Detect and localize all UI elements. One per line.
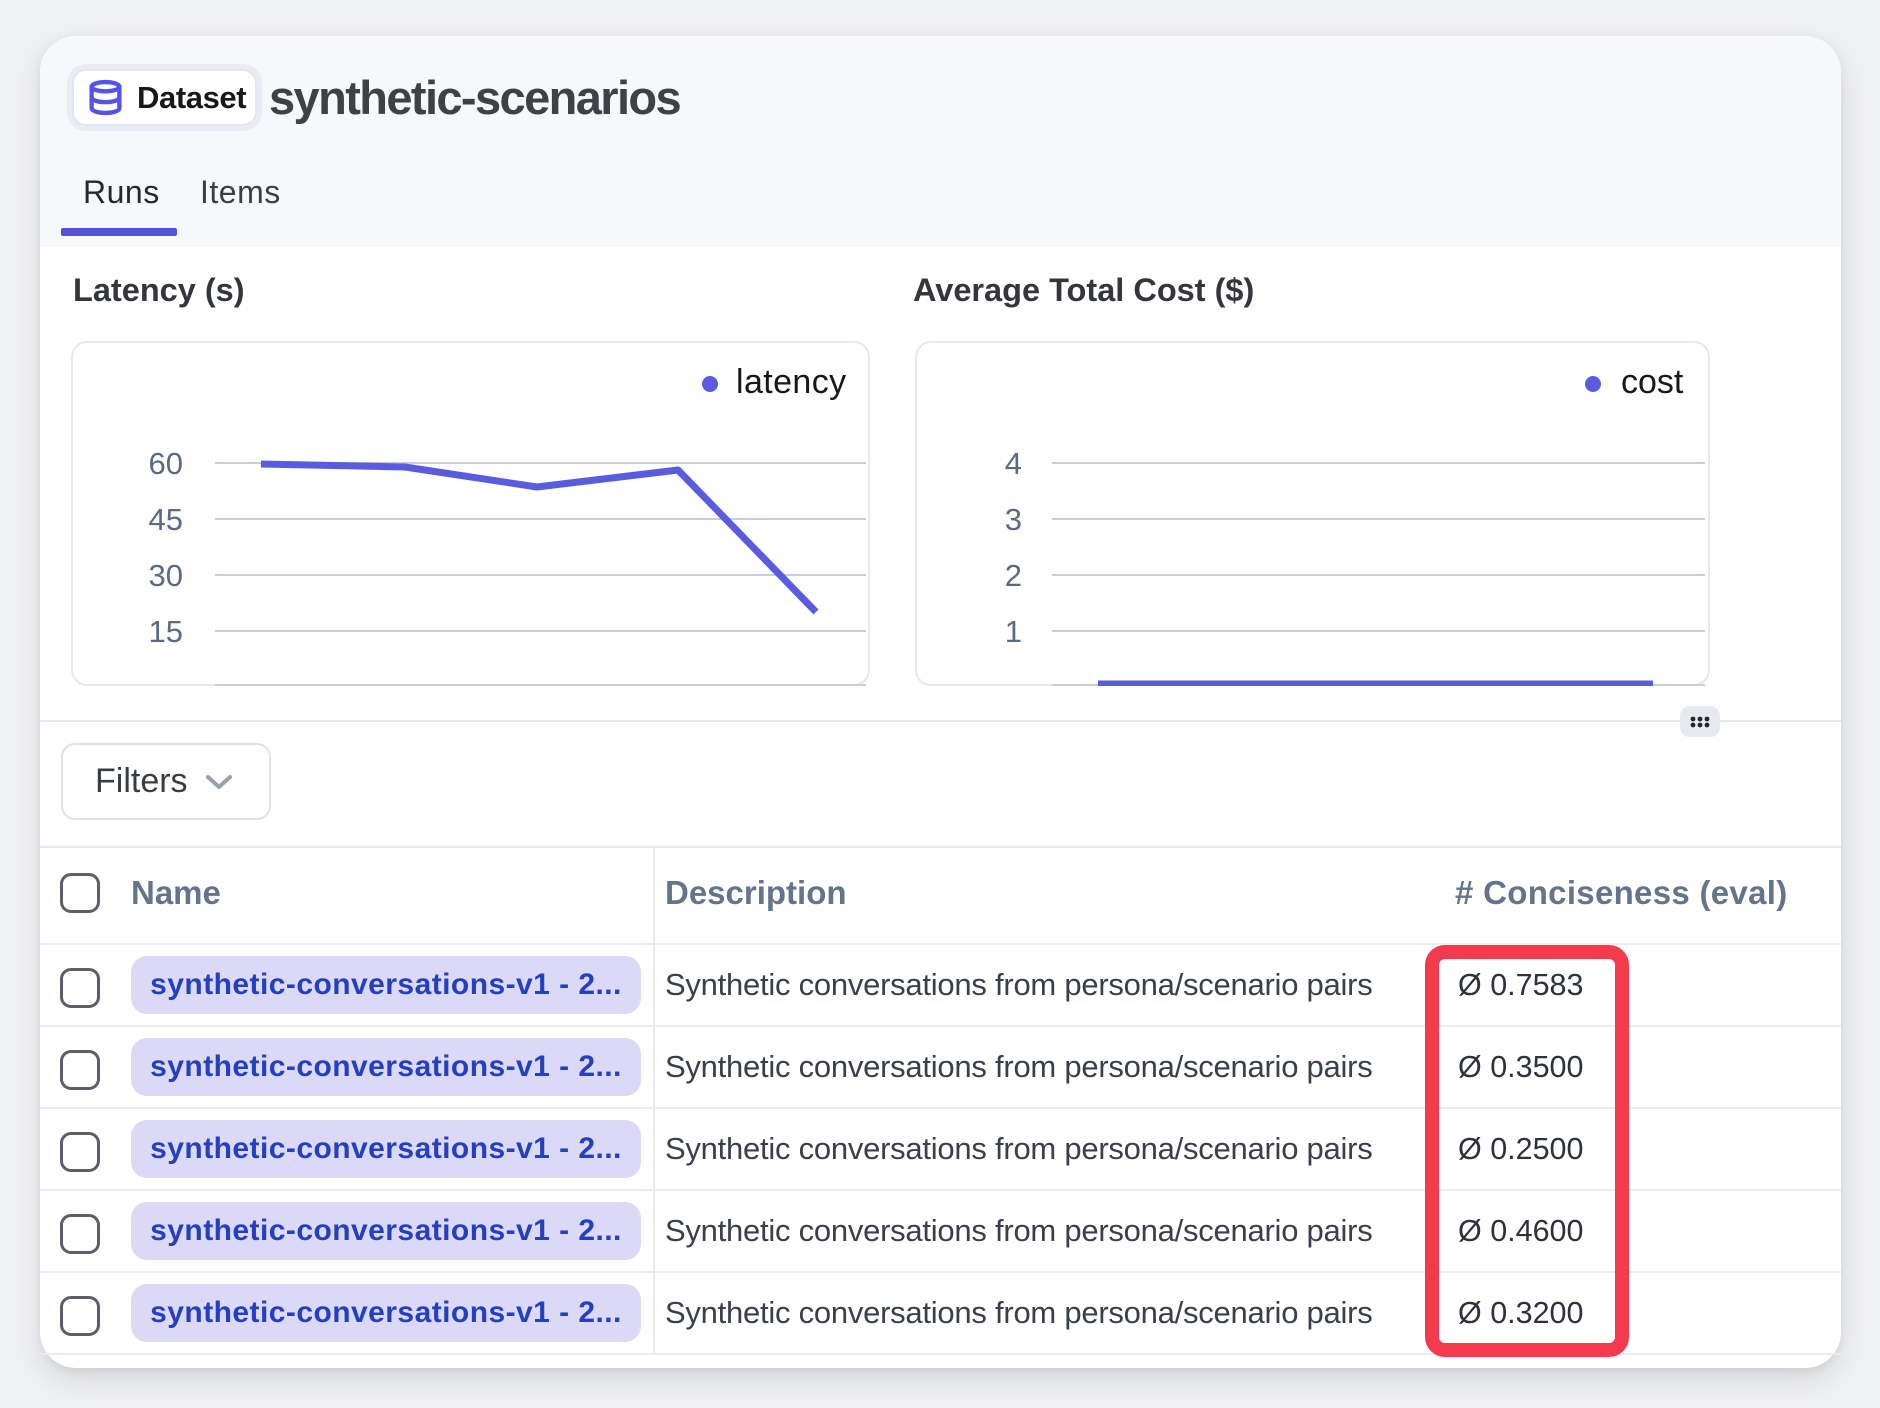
svg-text:cost: cost [1621,363,1684,401]
svg-text:60: 60 [149,446,183,481]
svg-text:30: 30 [149,558,183,593]
svg-text:4: 4 [1005,446,1022,481]
svg-text:45: 45 [149,502,183,537]
svg-text:latency: latency [736,363,847,401]
svg-text:1: 1 [1005,614,1022,649]
svg-text:3: 3 [1005,502,1022,537]
svg-text:2: 2 [1005,558,1022,593]
svg-text:15: 15 [149,614,183,649]
